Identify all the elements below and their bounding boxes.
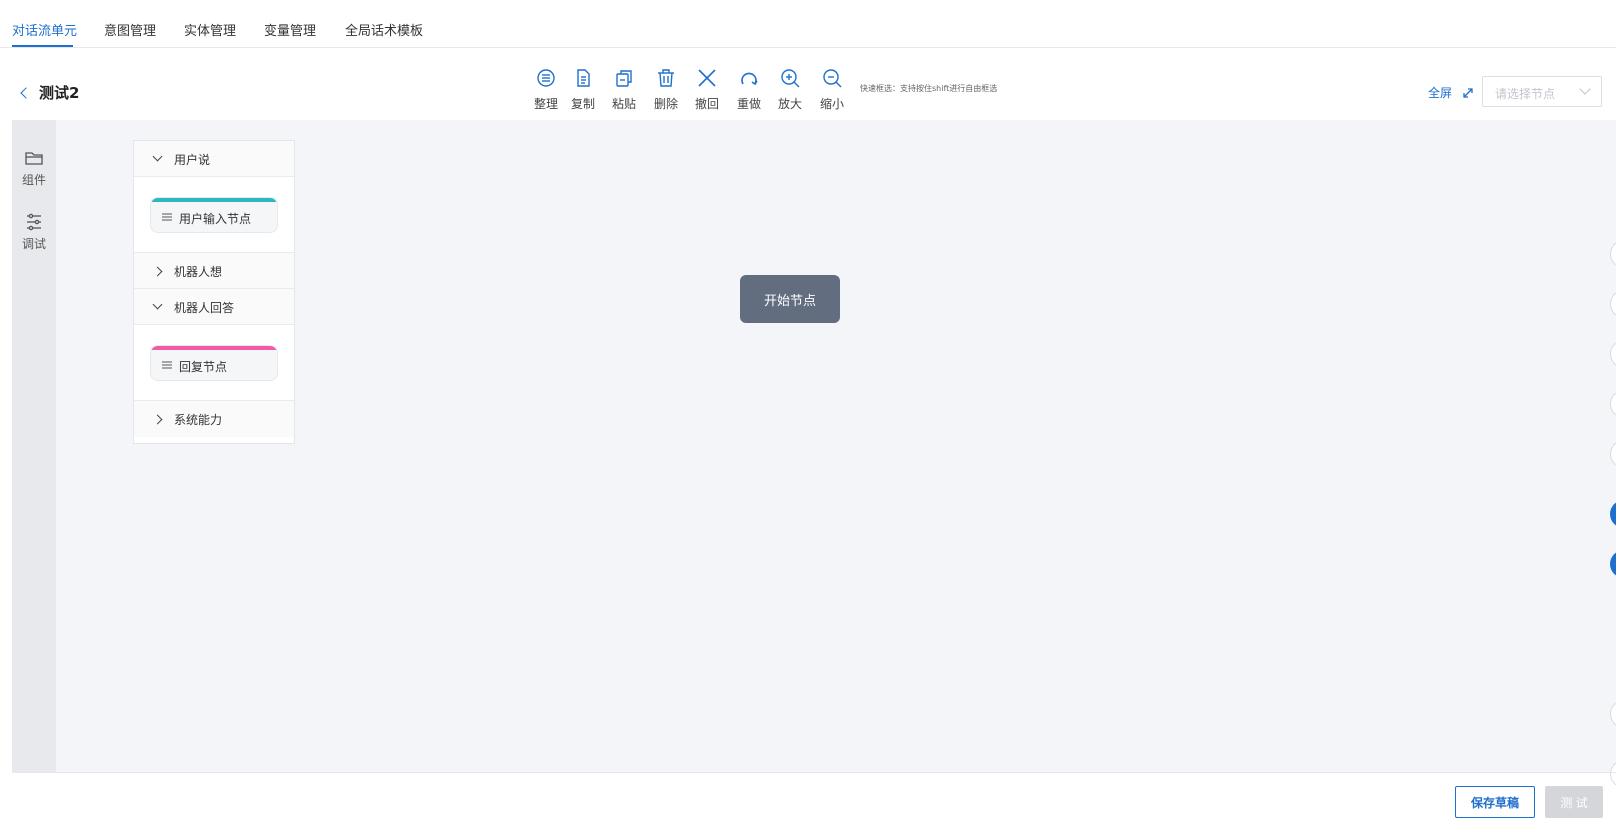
zoom-in-icon — [781, 69, 800, 88]
active-tab-indicator — [12, 45, 73, 47]
copy-label: 复制 — [570, 97, 595, 111]
node-color-bar — [151, 198, 277, 202]
tab-global-template[interactable]: 全局话术模板 — [345, 20, 423, 39]
chevron-right-icon — [152, 414, 163, 425]
top-tabs: 对话流单元 意图管理 实体管理 变量管理 全局话术模板 — [0, 0, 1616, 48]
node-select[interactable]: 请选择节点 — [1482, 76, 1602, 107]
tab-dialog-flow[interactable]: 对话流单元 — [12, 20, 77, 39]
zoom-out-label: 缩小 — [819, 97, 844, 111]
left-rail: 组件 调试 — [12, 120, 56, 772]
user-input-node-item[interactable]: 用户输入节点 — [150, 197, 278, 233]
back-button[interactable]: 测试2 — [20, 82, 80, 103]
footer-divider — [12, 772, 1616, 773]
paste-label: 粘贴 — [611, 97, 636, 111]
redo-icon — [741, 72, 758, 86]
tab-variable[interactable]: 变量管理 — [264, 20, 316, 39]
zoom-in-label: 放大 — [777, 97, 802, 111]
organize-button[interactable]: 整理 — [526, 62, 566, 118]
test-button[interactable]: 测 试 — [1545, 786, 1603, 818]
sliders-icon — [27, 213, 41, 231]
rail-item-debug[interactable]: 调试 — [12, 212, 56, 252]
component-palette: 用户说 用户输入节点 机器人想 机器人回答 回复节点 系统能力 — [133, 140, 295, 444]
redo-label: 重做 — [736, 97, 761, 111]
zoom-out-button[interactable]: 缩小 — [812, 62, 852, 118]
start-node[interactable]: 开始节点 — [740, 275, 840, 323]
fullscreen-button[interactable]: 全屏 — [1428, 84, 1474, 101]
chevron-down-icon — [152, 299, 163, 310]
expand-icon — [1463, 87, 1473, 98]
save-draft-button[interactable]: 保存草稿 — [1455, 786, 1535, 818]
group-robot-answers[interactable]: 机器人回答 — [134, 289, 294, 325]
node-select-placeholder: 请选择节点 — [1495, 87, 1556, 101]
quick-select-tip: 快速框选：支持按住shift进行自由框选 — [860, 84, 998, 93]
paste-icon — [616, 70, 632, 87]
group-system-abilities[interactable]: 系统能力 — [134, 401, 294, 437]
tab-intent[interactable]: 意图管理 — [104, 20, 156, 39]
chevron-down-icon — [152, 151, 163, 162]
copy-button[interactable]: 复制 — [563, 62, 603, 118]
paste-button[interactable]: 粘贴 — [604, 62, 644, 118]
group-title: 机器人想 — [174, 265, 223, 279]
rail-item-components[interactable]: 组件 — [12, 148, 56, 188]
canvas-toolbar: 整理 复制 粘贴 删除 撤回 重做 放大 缩小 快速框选：支持按住shift进行… — [526, 62, 1000, 118]
chevron-right-icon — [152, 266, 163, 277]
copy-icon — [577, 69, 590, 87]
menu-icon — [162, 213, 172, 221]
node-color-bar — [151, 346, 277, 350]
delete-button[interactable]: 删除 — [646, 62, 686, 118]
undo-button[interactable]: 撤回 — [687, 62, 727, 118]
group-title: 用户说 — [174, 153, 211, 167]
zoom-out-icon — [823, 69, 842, 88]
page-title: 测试2 — [39, 84, 80, 102]
node-label: 用户输入节点 — [179, 212, 252, 226]
reply-node-item[interactable]: 回复节点 — [150, 345, 278, 381]
folder-icon — [25, 152, 43, 165]
tab-entity[interactable]: 实体管理 — [184, 20, 236, 39]
chevron-down-icon — [1579, 83, 1591, 95]
delete-label: 删除 — [653, 97, 678, 111]
group-user-says[interactable]: 用户说 — [134, 141, 294, 177]
rail-debug-label: 调试 — [21, 237, 46, 251]
rail-components-label: 组件 — [21, 173, 46, 187]
group-body-robot-answers: 回复节点 — [134, 325, 294, 401]
group-title: 系统能力 — [174, 413, 223, 427]
undo-icon — [698, 69, 716, 87]
organize-icon — [537, 69, 555, 87]
group-robot-thinks[interactable]: 机器人想 — [134, 253, 294, 289]
menu-icon — [162, 361, 172, 369]
undo-label: 撤回 — [694, 97, 719, 111]
node-label: 回复节点 — [179, 360, 228, 374]
group-title: 机器人回答 — [174, 301, 235, 315]
organize-label: 整理 — [533, 97, 558, 111]
zoom-in-button[interactable]: 放大 — [770, 62, 810, 118]
fullscreen-label: 全屏 — [1428, 86, 1453, 100]
redo-button[interactable]: 重做 — [729, 62, 769, 118]
delete-icon — [658, 69, 674, 87]
group-body-user-says: 用户输入节点 — [134, 177, 294, 253]
chevron-left-icon — [20, 87, 32, 99]
